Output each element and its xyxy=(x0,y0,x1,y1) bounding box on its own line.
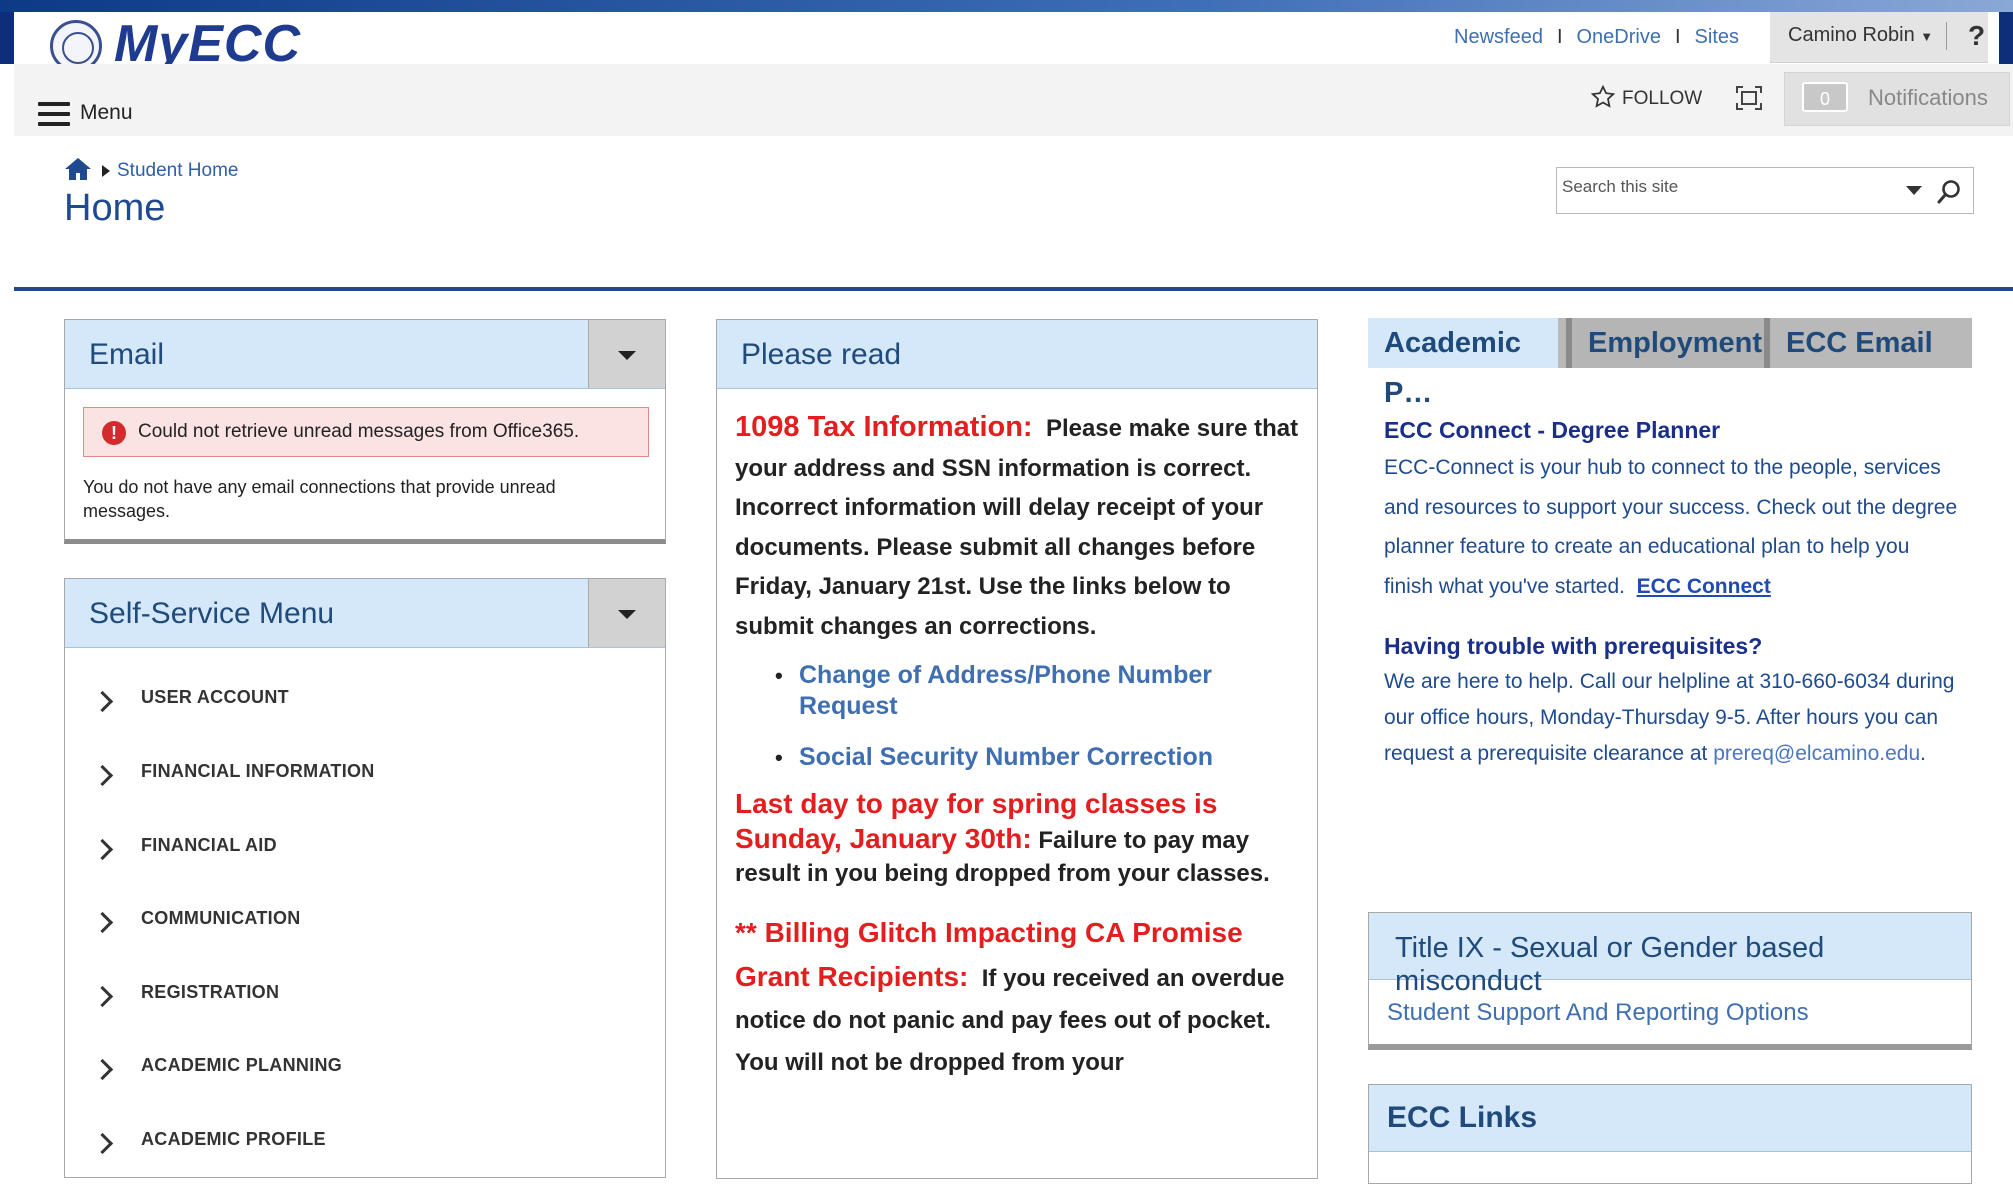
onedrive-link[interactable]: OneDrive xyxy=(1577,26,1661,48)
left-accent-bar xyxy=(0,12,14,64)
chevron-right-icon xyxy=(91,1132,114,1155)
page-title: Home xyxy=(64,187,166,229)
email-panel-dropdown-icon[interactable] xyxy=(588,320,665,388)
suite-bar xyxy=(14,64,2013,136)
top-links: Newsfeed I OneDrive I Sites xyxy=(1454,26,1739,49)
self-service-title: Self-Service Menu xyxy=(89,597,335,630)
breadcrumb-arrow-icon xyxy=(102,165,110,177)
search-input[interactable]: Search this site xyxy=(1562,177,1678,197)
menu-item-academic-planning[interactable]: ACADEMIC PLANNING xyxy=(65,1039,665,1113)
tax-links-list: Change of Address/Phone Number Request S… xyxy=(735,660,1305,773)
tax-announcement: 1098 Tax Information: Please make sure t… xyxy=(735,408,1305,646)
title-ix-header: Title IX - Sexual or Gender based miscon… xyxy=(1369,913,1971,997)
change-address-link[interactable]: Change of Address/Phone Number Request xyxy=(775,660,1305,722)
menu-item-financial-information[interactable]: FINANCIAL INFORMATION xyxy=(65,745,665,819)
user-name: Camino Robin xyxy=(1788,24,1915,46)
newsfeed-link[interactable]: Newsfeed xyxy=(1454,26,1543,48)
caret-down-icon: ▼ xyxy=(1920,29,1934,44)
menu-item-registration[interactable]: REGISTRATION xyxy=(65,966,665,1040)
please-read-panel: Please read 1098 Tax Information: Please… xyxy=(716,319,1318,1179)
chevron-right-icon xyxy=(91,764,114,787)
tab-ecc-email[interactable]: ECC Email xyxy=(1764,318,1972,368)
billing-announcement: ** Billing Glitch Impacting CA Promise G… xyxy=(735,912,1305,1084)
error-icon: ! xyxy=(102,421,126,445)
divider xyxy=(1946,22,1947,50)
chevron-right-icon xyxy=(91,838,114,861)
tab-strip: Academic P… Employment ECC Email xyxy=(1368,318,1972,409)
menu-item-label: COMMUNICATION xyxy=(141,908,301,928)
menu-item-communication[interactable]: COMMUNICATION xyxy=(65,892,665,966)
tax-text: Please make sure that your address and S… xyxy=(735,415,1299,640)
menu-item-user-account[interactable]: USER ACCOUNT xyxy=(65,671,665,745)
follow-label: FOLLOW xyxy=(1622,88,1703,109)
menu-item-financial-aid[interactable]: FINANCIAL AID xyxy=(65,819,665,893)
self-service-panel: Self-Service Menu USER ACCOUNT FINANCIAL… xyxy=(64,578,666,1178)
title-ix-panel: Title IX - Sexual or Gender based miscon… xyxy=(1368,912,1972,1050)
menu-item-label: USER ACCOUNT xyxy=(141,687,289,707)
hamburger-menu-icon[interactable] xyxy=(38,102,70,128)
prerequisites-heading: Having trouble with prerequisites? xyxy=(1384,633,1763,659)
menu-item-label: ACADEMIC PLANNING xyxy=(141,1055,343,1075)
ecc-connect-link[interactable]: ECC Connect xyxy=(1637,575,1771,598)
header-divider xyxy=(14,287,2013,291)
chevron-right-icon xyxy=(91,1058,114,1081)
email-info-message: You do not have any email connections th… xyxy=(83,477,556,521)
prerequisites-text: We are here to help. Call our helpline a… xyxy=(1384,664,1959,772)
notifications-count: 0 xyxy=(1802,82,1848,112)
tab-employment[interactable]: Employment xyxy=(1566,318,1768,368)
error-alert: ! Could not retrieve unread messages fro… xyxy=(83,407,649,457)
menu-item-label: FINANCIAL AID xyxy=(141,835,277,855)
menu-item-academic-profile[interactable]: ACADEMIC PROFILE xyxy=(65,1113,665,1187)
ecc-links-header: ECC Links xyxy=(1369,1085,1971,1152)
search-icon[interactable] xyxy=(1936,178,1962,206)
separator: I xyxy=(1674,26,1681,48)
notifications-label[interactable]: Notifications xyxy=(1868,85,1988,111)
ecc-links-panel: ECC Links xyxy=(1368,1084,1972,1184)
right-accent-bar xyxy=(1999,12,2013,64)
email-panel-title: Email xyxy=(89,338,165,371)
menu-item-label: FINANCIAL INFORMATION xyxy=(141,761,375,781)
ssn-correction-link[interactable]: Social Security Number Correction xyxy=(775,742,1305,773)
ecc-connect-text: ECC-Connect is your hub to connect to th… xyxy=(1384,448,1959,606)
error-message: Could not retrieve unread messages from … xyxy=(138,421,580,442)
follow-button[interactable]: FOLLOW xyxy=(1590,84,1702,110)
tax-heading: 1098 Tax Information: xyxy=(735,411,1033,443)
menu-item-label: REGISTRATION xyxy=(141,982,280,1002)
self-service-header: Self-Service Menu xyxy=(65,579,665,648)
star-icon xyxy=(1590,84,1616,108)
focus-content-icon[interactable] xyxy=(1736,86,1762,110)
email-panel: Email ! Could not retrieve unread messag… xyxy=(64,319,666,544)
separator: I xyxy=(1556,26,1563,48)
ecc-links-title: ECC Links xyxy=(1387,1101,1538,1134)
prereq-email-link[interactable]: prereq@elcamino.edu xyxy=(1713,742,1920,765)
please-read-title: Please read xyxy=(741,338,902,371)
support-reporting-link[interactable]: Student Support And Reporting Options xyxy=(1387,999,1809,1027)
search-scope-dropdown-icon[interactable] xyxy=(1906,186,1922,195)
sites-link[interactable]: Sites xyxy=(1695,26,1739,48)
academic-tab-content: ECC Connect - Degree Planner ECC-Connect… xyxy=(1384,412,1959,772)
please-read-header: Please read xyxy=(717,320,1317,389)
help-button[interactable]: ? xyxy=(1968,20,1985,52)
top-color-strip xyxy=(0,0,2013,12)
chevron-right-icon xyxy=(91,690,114,713)
tab-academic-planning[interactable]: Academic P… xyxy=(1368,318,1558,409)
payment-announcement: Last day to pay for spring classes is Su… xyxy=(735,787,1305,890)
announcements-body: 1098 Tax Information: Please make sure t… xyxy=(735,408,1305,1084)
self-service-dropdown-icon[interactable] xyxy=(588,579,665,647)
email-panel-header: Email xyxy=(65,320,665,389)
ecc-connect-heading: ECC Connect - Degree Planner xyxy=(1384,417,1721,443)
title-ix-title: Title IX - Sexual or Gender based miscon… xyxy=(1395,932,1825,997)
menu-label[interactable]: Menu xyxy=(80,101,133,125)
chevron-right-icon xyxy=(91,985,114,1008)
menu-item-label: ACADEMIC PROFILE xyxy=(141,1129,326,1149)
chevron-right-icon xyxy=(91,911,114,934)
user-menu-button[interactable]: Camino Robin ▼ xyxy=(1788,24,1933,47)
prereq-email-period: . xyxy=(1920,742,1926,765)
breadcrumb-student-home[interactable]: Student Home xyxy=(117,160,238,182)
home-icon[interactable] xyxy=(64,157,92,181)
